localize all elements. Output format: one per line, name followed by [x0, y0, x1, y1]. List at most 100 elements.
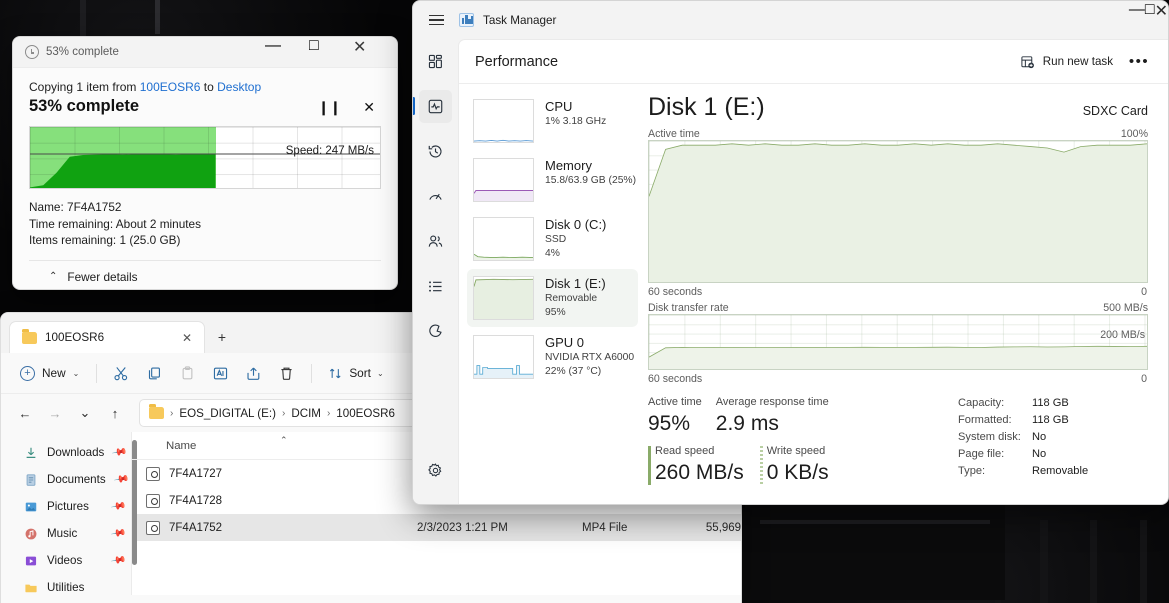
forward-button[interactable]: → [41, 399, 69, 427]
cut-button[interactable] [105, 359, 138, 388]
copy-dialog-close-button[interactable]: ✕ [353, 37, 397, 68]
cpu-mini-graph [473, 99, 534, 143]
chevron-down-icon: ⌄ [376, 368, 384, 378]
explorer-tab[interactable]: 100EOSR6 ✕ [9, 321, 205, 353]
breadcrumb-separator: › [170, 407, 174, 419]
perf-card-memory[interactable]: Memory 15.8/63.9 GB (25%) [467, 151, 638, 209]
fewer-details-button[interactable]: ⌃ Fewer details [29, 261, 381, 284]
sidebar-item-music[interactable]: Music 📌 [1, 520, 132, 547]
stat-value: 260 MB/s [655, 461, 744, 484]
gpu0-mini-graph [473, 335, 534, 379]
run-new-task-button[interactable]: Run new task [1011, 49, 1122, 75]
sidebar-item-documents[interactable]: Documents 📌 [1, 466, 132, 493]
sidebar-item-label: Downloads [47, 446, 105, 459]
breadcrumb-item-0[interactable]: EOS_DIGITAL (E:) [179, 407, 276, 420]
copy-speed-label: Speed: 247 MB/s [285, 145, 374, 157]
pin-icon[interactable]: 📌 [110, 525, 127, 541]
sidebar-item-videos[interactable]: Videos 📌 [1, 547, 132, 574]
pin-icon[interactable]: 📌 [110, 552, 127, 568]
nav-startup-apps-button[interactable] [419, 180, 452, 213]
column-header-name[interactable]: Name ⌃ [132, 435, 417, 452]
read-speed-color-bar [648, 446, 651, 485]
close-tab-icon[interactable]: ✕ [178, 331, 196, 345]
perf-card-disk0[interactable]: Disk 0 (C:) SSD 4% [467, 210, 638, 268]
list-icon [429, 281, 442, 292]
sort-label: Sort [349, 366, 371, 380]
performance-card-list: CPU 1% 3.18 GHz Memory 15.8/63.9 GB (25%… [459, 84, 638, 504]
transfer-rate-plot [649, 315, 1147, 369]
cancel-copy-button[interactable]: ✕ [363, 100, 375, 114]
copy-time-remaining: Time remaining: About 2 minutes [29, 216, 202, 231]
stat-write-speed: Write speed 0 KB/s [759, 444, 829, 487]
video-icon [23, 553, 38, 568]
breadcrumb-item-1[interactable]: DCIM [291, 407, 321, 420]
rename-button[interactable] [204, 359, 237, 388]
perf-card-name: CPU [545, 99, 573, 114]
toolbar-divider [96, 363, 98, 383]
perf-card-disk1[interactable]: Disk 1 (E:) Removable 95% [467, 269, 638, 327]
transfer-rate-x-left: 60 seconds [648, 373, 703, 385]
wallpaper-beam [1040, 520, 1048, 603]
hamburger-menu-button[interactable] [413, 1, 459, 39]
copy-dialog-minimize-button[interactable]: — [265, 37, 309, 68]
share-button[interactable] [237, 359, 270, 388]
pause-button[interactable]: ❙❙ [318, 100, 341, 114]
copy-file-name: Name: 7F4A1752 [29, 200, 122, 214]
wallpaper-beam [760, 520, 990, 524]
task-manager-close-button[interactable]: ✕ [1155, 1, 1168, 39]
nav-details-button[interactable] [419, 270, 452, 303]
table-row[interactable]: 7F4A1752 2/3/2023 1:21 PM MP4 File 55,96… [132, 514, 741, 541]
task-manager-panel: Performance Run new task ••• CPU 1% 3.18… [458, 39, 1168, 504]
recent-locations-button[interactable]: ⌄ [71, 399, 99, 427]
nav-settings-button[interactable] [419, 459, 452, 492]
task-manager-maximize-button[interactable]: □ [1145, 1, 1155, 39]
new-item-button[interactable]: + New ⌄ [11, 361, 88, 386]
stat-label: Write speed [766, 445, 826, 457]
sort-button[interactable]: Sort ⌄ [320, 361, 391, 386]
more-options-button[interactable]: ••• [1122, 48, 1156, 76]
pin-icon[interactable]: 📌 [110, 498, 127, 514]
perf-card-gpu0[interactable]: GPU 0 NVIDIA RTX A6000 22% (37 °C) [467, 328, 638, 386]
task-manager-title: Task Manager [483, 13, 557, 27]
copy-dialog-maximize-button[interactable]: □ [309, 37, 353, 68]
disk-stats-left: Active time 95% Average response time 2.… [648, 395, 958, 487]
delete-button[interactable] [270, 359, 303, 388]
copy-destination-link[interactable]: Desktop [217, 80, 261, 94]
sidebar-item-downloads[interactable]: Downloads 📌 [1, 439, 132, 466]
file-date-cell: 2/3/2023 1:21 PM [417, 521, 508, 534]
nav-users-button[interactable] [419, 225, 452, 258]
perf-card-sub2: 4% [545, 247, 560, 259]
active-time-max: 100% [1120, 128, 1148, 140]
copy-dialog-title: 53% complete [46, 46, 119, 58]
nav-processes-button[interactable] [419, 45, 452, 78]
back-button[interactable]: ← [11, 399, 39, 427]
new-tab-button[interactable]: + [205, 321, 239, 353]
sidebar-item-pictures[interactable]: Pictures 📌 [1, 493, 132, 520]
task-manager-minimize-button[interactable]: — [1129, 1, 1145, 39]
pin-icon[interactable]: 📌 [113, 471, 130, 487]
clock-icon [25, 45, 39, 59]
transfer-rate-max: 500 MB/s [1103, 302, 1148, 314]
breadcrumb-item-2[interactable]: 100EOSR6 [336, 407, 395, 420]
rename-icon [214, 367, 228, 379]
stat-label: Active time [648, 396, 702, 408]
nav-services-button[interactable] [419, 315, 452, 348]
folder-icon [22, 328, 37, 344]
pin-icon[interactable]: 📌 [111, 444, 128, 460]
speedometer-icon [429, 193, 442, 200]
sidebar-item-utilities[interactable]: Utilities [1, 574, 132, 601]
up-button[interactable]: ↑ [101, 399, 129, 427]
fewer-details-label: Fewer details [67, 269, 138, 284]
nav-app-history-button[interactable] [419, 135, 452, 168]
property-key: Type: [958, 465, 986, 477]
nav-performance-button[interactable] [413, 90, 452, 123]
pulse-icon [428, 99, 443, 114]
perf-card-sub: Removable [545, 293, 598, 304]
copy-source-link[interactable]: 100EOSR6 [140, 80, 201, 94]
paste-button[interactable] [171, 359, 204, 388]
copy-button[interactable] [138, 359, 171, 388]
task-manager-page-bar: Performance Run new task ••• [459, 40, 1168, 84]
perf-card-cpu[interactable]: CPU 1% 3.18 GHz [467, 92, 638, 150]
disk-title: Disk 1 (E:) [648, 93, 765, 121]
property-row: Capacity: 118 GB [958, 395, 1148, 412]
